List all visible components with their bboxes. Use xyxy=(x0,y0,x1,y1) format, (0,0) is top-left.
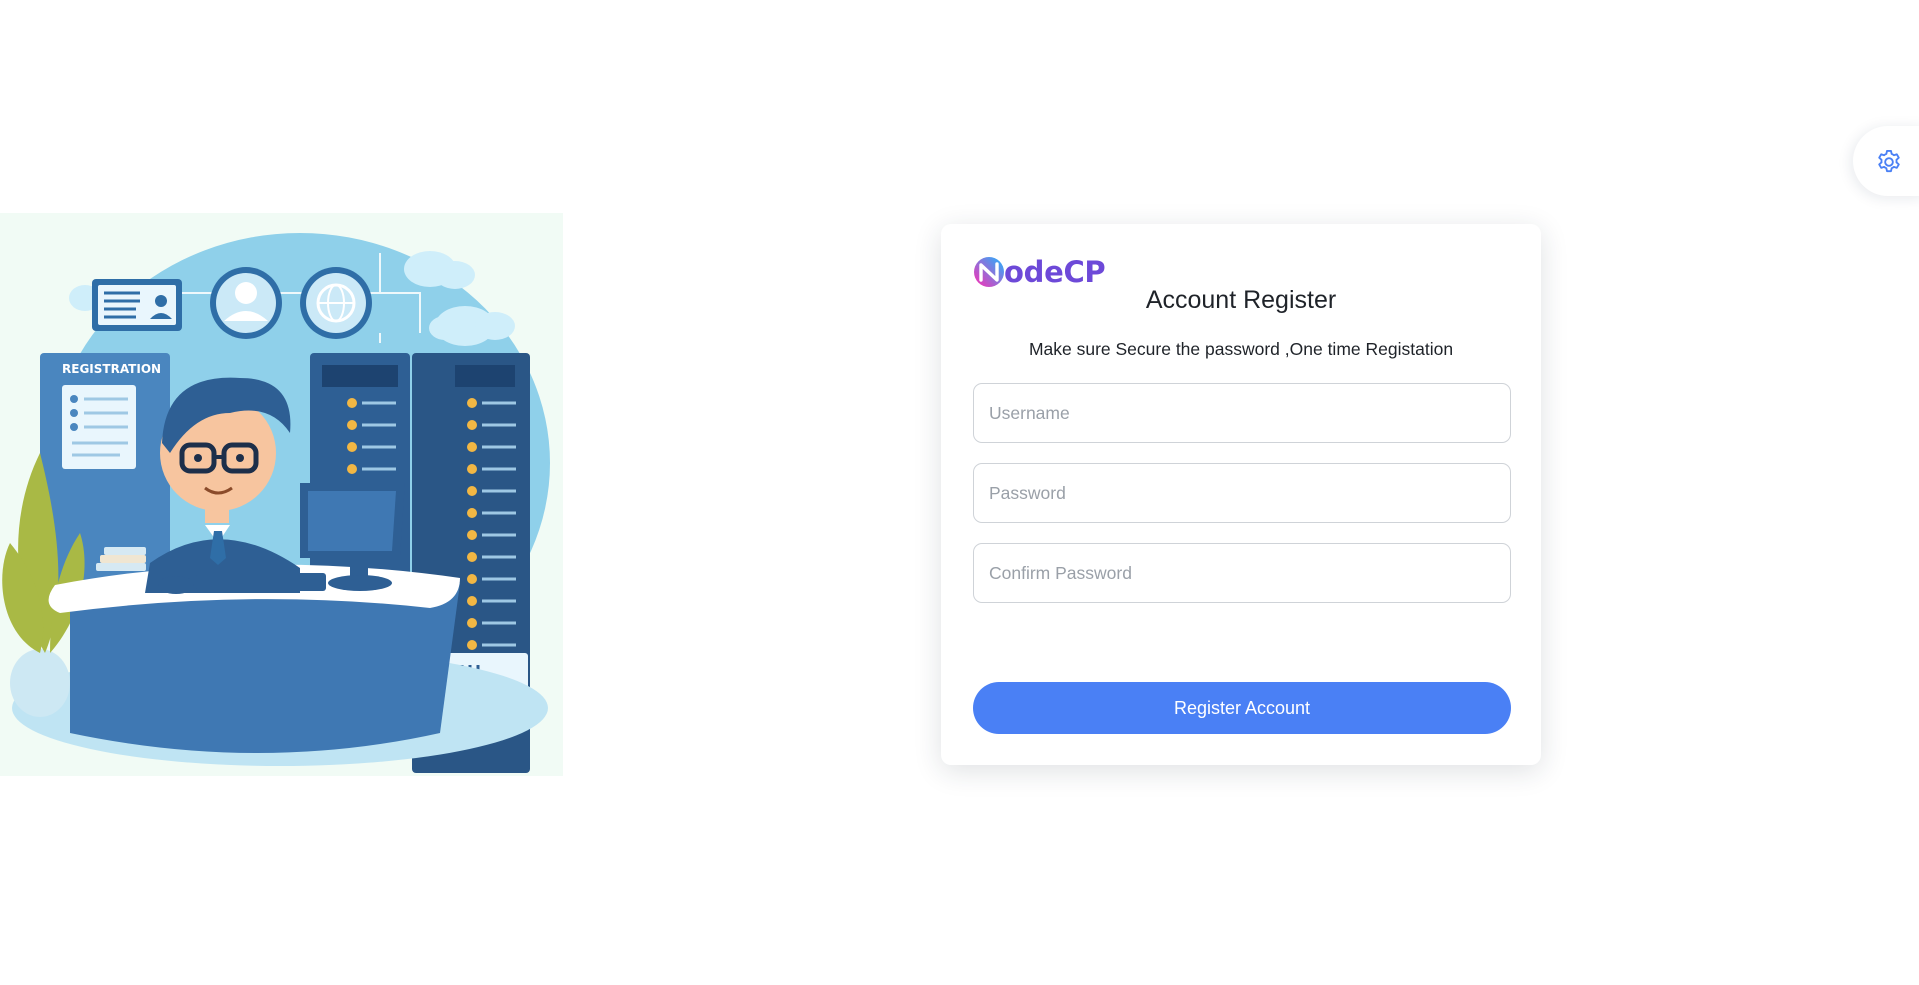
password-input[interactable] xyxy=(973,463,1511,523)
brand-logo[interactable]: odeCP xyxy=(973,254,1106,290)
settings-toggle[interactable] xyxy=(1853,126,1919,196)
gear-icon xyxy=(1878,149,1900,173)
confirm-password-input[interactable] xyxy=(973,543,1511,603)
registration-illustration-art: REGISTRATION xyxy=(2,233,550,773)
registration-illustration: REGISTRATION xyxy=(0,213,563,776)
page-title: Account Register xyxy=(1145,286,1337,314)
illustration-sign-text: REGISTRATION xyxy=(62,362,161,376)
username-input[interactable] xyxy=(973,383,1511,443)
register-account-button[interactable]: Register Account xyxy=(973,682,1511,734)
register-subtitle: Make sure Secure the password ,One time … xyxy=(1028,339,1454,359)
register-card: odeCP Account Register Make sure Secure … xyxy=(941,224,1541,765)
logo-text: odeCP xyxy=(1004,254,1106,289)
n-logo-icon xyxy=(974,257,1004,287)
